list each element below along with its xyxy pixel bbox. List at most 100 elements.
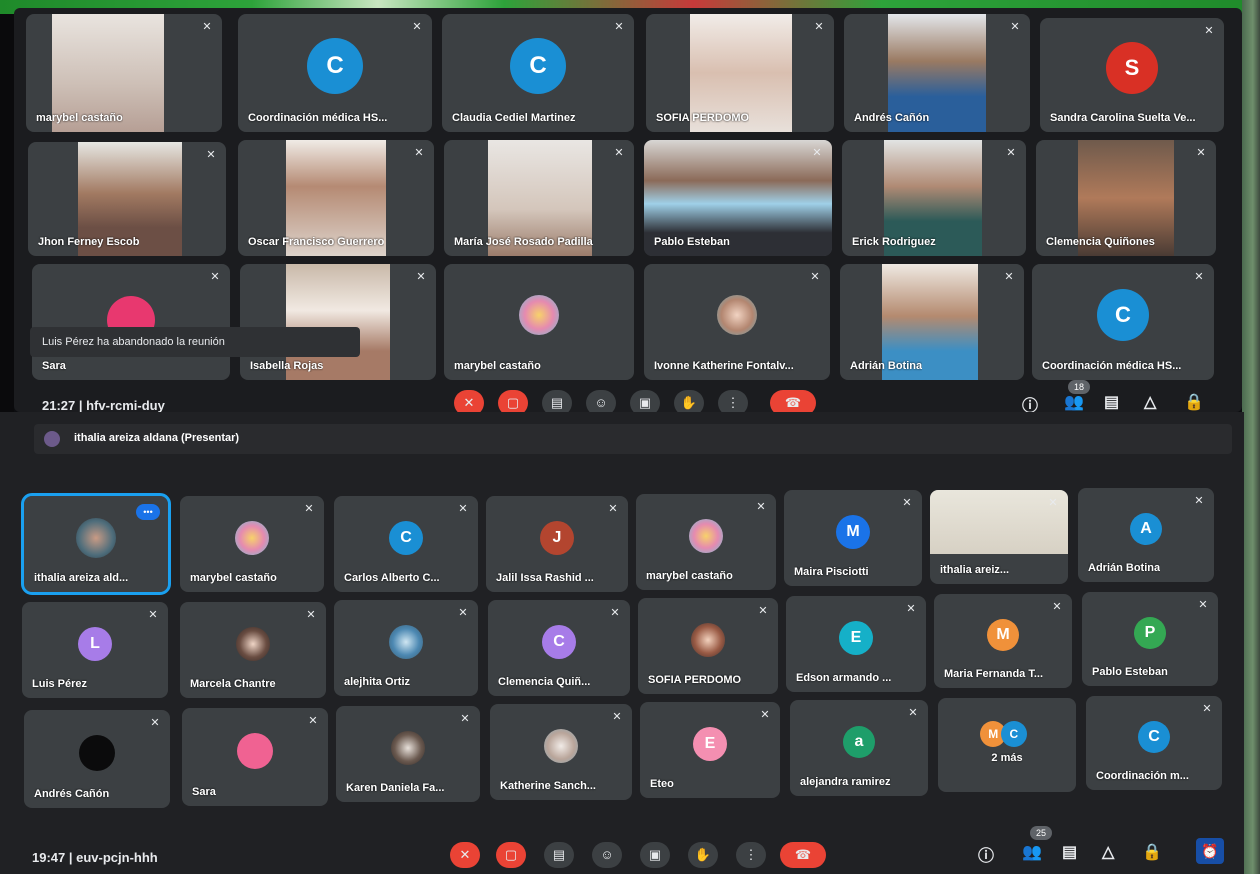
- people-icon[interactable]: 👥: [1022, 842, 1042, 862]
- participant-tile[interactable]: ✕ SOFIA PERDOMO: [638, 598, 778, 694]
- participant-tile[interactable]: ✕ marybel castaño: [636, 494, 776, 590]
- meeting-screens-photo: ✕ marybel castaño C ✕ Coordinación médic…: [0, 0, 1260, 874]
- participant-tile[interactable]: a ✕ alejandra ramirez: [790, 700, 928, 796]
- mic-off-icon: ✕: [416, 271, 426, 283]
- reactions-button[interactable]: ☺: [592, 842, 622, 868]
- participant-tile[interactable]: ✕ Sara: [182, 708, 328, 806]
- host-controls-icon[interactable]: 🔒: [1184, 392, 1204, 412]
- mic-off-icon: ✕: [304, 503, 314, 515]
- participant-tile[interactable]: ✕ Clemencia Quiñones: [1036, 140, 1216, 256]
- participant-tile[interactable]: ✕ Marcela Chantre: [180, 602, 326, 698]
- mic-off-icon: ✕: [1196, 147, 1206, 159]
- participant-tile[interactable]: C ✕ Clemencia Quiñ...: [488, 600, 630, 696]
- participant-tile[interactable]: ✕ SOFIA PERDOMO: [646, 14, 834, 132]
- mic-off-icon: ✕: [812, 147, 822, 159]
- participant-tile[interactable]: L ✕ Luis Pérez: [22, 602, 168, 698]
- participant-avatar: [235, 521, 269, 556]
- participant-name: SOFIA PERDOMO: [648, 674, 742, 686]
- participant-tile[interactable]: ✕ María José Rosado Padilla: [444, 140, 634, 256]
- participant-tile[interactable]: M ✕ Maria Fernanda T...: [934, 594, 1072, 688]
- participant-avatar: [717, 295, 757, 336]
- participant-tile[interactable]: ✕ Andrés Cañón: [24, 710, 170, 808]
- participant-avatar: E: [693, 727, 727, 762]
- participant-tile[interactable]: C ✕ Carlos Alberto C...: [334, 496, 478, 592]
- participant-avatar: [689, 519, 723, 554]
- participant-name: Sandra Carolina Suelta Ve...: [1050, 112, 1196, 124]
- participant-tile[interactable]: ✕ marybel castaño: [26, 14, 222, 132]
- participant-tile[interactable]: A ✕ Adrián Botina: [1078, 488, 1214, 582]
- participant-avatar: E: [839, 621, 873, 656]
- participant-tile[interactable]: ✕ Isabella Rojas: [240, 264, 436, 380]
- participant-name: Sara: [192, 786, 216, 798]
- mic-off-icon: ✕: [1204, 25, 1214, 37]
- activities-icon[interactable]: △: [1144, 392, 1156, 412]
- mic-off-icon: ✕: [306, 609, 316, 621]
- present-button[interactable]: ▣: [640, 842, 670, 868]
- mic-off-icon: ✕: [756, 501, 766, 513]
- participant-tile[interactable]: C ✕ Claudia Cediel Martinez: [442, 14, 634, 132]
- participant-tile[interactable]: ✕ Oscar Francisco Guerrero: [238, 140, 434, 256]
- people-icon[interactable]: 👥: [1064, 392, 1084, 412]
- participant-name: Carlos Alberto C...: [344, 572, 440, 584]
- participant-name: Sara: [42, 360, 66, 372]
- participant-tile[interactable]: ✕ Katherine Sanch...: [490, 704, 632, 800]
- participant-name: ithalia areiz...: [940, 564, 1010, 576]
- participant-name: Luis Pérez: [32, 678, 88, 690]
- participant-tile[interactable]: M ✕ Maira Pisciotti: [784, 490, 922, 586]
- participant-name: alejhita Ortiz: [344, 676, 411, 688]
- participant-avatar: A: [1130, 513, 1162, 546]
- participant-name: Coordinación m...: [1096, 770, 1189, 782]
- participant-tile[interactable]: S ✕ Sandra Carolina Suelta Ve...: [1040, 18, 1224, 132]
- participant-name: Jhon Ferney Escob: [38, 236, 140, 248]
- participant-tile[interactable]: ✕ alejhita Ortiz: [334, 600, 478, 696]
- more-options-button[interactable]: ⋮: [736, 842, 766, 868]
- participant-tile[interactable]: ✕ Adrián Botina: [840, 264, 1024, 380]
- participant-tile[interactable]: E ✕ Edson armando ...: [786, 596, 926, 692]
- participant-name: Andrés Cañón: [34, 788, 110, 800]
- mic-off-icon: ✕: [1006, 147, 1016, 159]
- mic-off-icon: ✕: [908, 707, 918, 719]
- captions-button[interactable]: ▤: [544, 842, 574, 868]
- participant-tile[interactable]: ✕ Karen Daniela Fa...: [336, 706, 480, 802]
- host-controls-icon[interactable]: 🔒: [1142, 842, 1162, 862]
- participant-tile[interactable]: ✕ Sara: [32, 264, 230, 380]
- participant-avatar: M: [987, 619, 1019, 652]
- participant-name: marybel castaño: [36, 112, 123, 124]
- mic-off-button[interactable]: ✕: [450, 842, 480, 868]
- presentation-banner[interactable]: ithalia areiza aldana (Presentar): [34, 424, 1232, 454]
- more-participants-tile[interactable]: M C 2 más: [938, 698, 1076, 792]
- participant-tile[interactable]: marybel castaño: [444, 264, 634, 380]
- participant-tile[interactable]: ✕ marybel castaño: [180, 496, 324, 592]
- info-icon[interactable]: ⓘ: [978, 842, 994, 866]
- participant-tile[interactable]: ✕ Ivonne Katherine Fontalv...: [644, 264, 830, 380]
- participant-tile[interactable]: ✕ ithalia areiz...: [930, 490, 1068, 584]
- chat-icon[interactable]: ▤: [1104, 392, 1119, 412]
- participant-name: Pablo Esteban: [654, 236, 730, 248]
- participant-avatar: J: [540, 521, 574, 556]
- participant-tile[interactable]: C ✕ Coordinación m...: [1086, 696, 1222, 790]
- participant-avatar: [79, 735, 115, 772]
- participant-tile[interactable]: ✕ Jhon Ferney Escob: [28, 142, 226, 256]
- participant-tile[interactable]: ••• ithalia areiza ald...: [21, 493, 171, 595]
- participant-tile[interactable]: J ✕ Jalil Issa Rashid ...: [486, 496, 628, 592]
- activities-icon[interactable]: △: [1102, 842, 1114, 862]
- participant-name: Eteo: [650, 778, 674, 790]
- participant-avatar: [519, 295, 559, 336]
- camera-off-button[interactable]: ▢: [496, 842, 526, 868]
- participant-avatar: C: [510, 37, 566, 94]
- mic-off-icon: ✕: [414, 147, 424, 159]
- participant-tile[interactable]: C ✕ Coordinación médica HS...: [1032, 264, 1214, 380]
- participant-tile[interactable]: P ✕ Pablo Esteban: [1082, 592, 1218, 686]
- participant-tile[interactable]: E ✕ Eteo: [640, 702, 780, 798]
- participant-tile[interactable]: C ✕ Coordinación médica HS...: [238, 14, 432, 132]
- participant-tile[interactable]: ✕ Erick Rodriguez: [842, 140, 1026, 256]
- participant-tile[interactable]: ✕ Pablo Esteban: [644, 140, 832, 256]
- participant-tile[interactable]: ✕ Andrés Cañón: [844, 14, 1030, 132]
- participant-name: Adrián Botina: [1088, 562, 1161, 574]
- chat-icon[interactable]: ▤: [1062, 842, 1077, 862]
- timer-icon[interactable]: ⏰: [1196, 838, 1224, 864]
- leave-call-button[interactable]: ☎: [780, 842, 826, 868]
- participant-avatar: [76, 518, 116, 559]
- participant-name: Marcela Chantre: [190, 678, 276, 690]
- raise-hand-button[interactable]: ✋: [688, 842, 718, 868]
